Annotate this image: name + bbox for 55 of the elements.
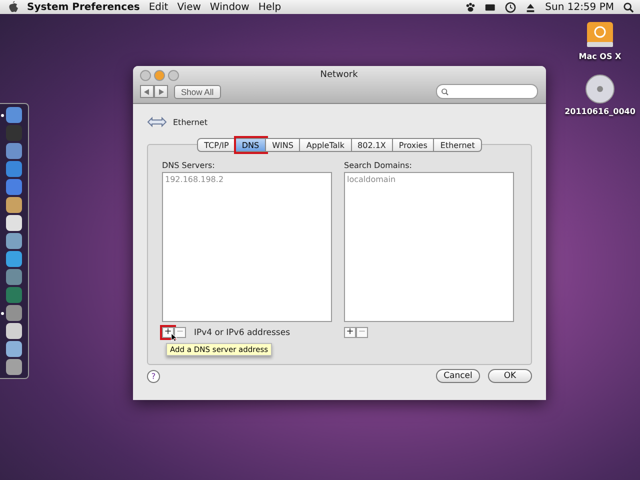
dock-app-icon[interactable] (6, 143, 22, 159)
back-button[interactable] (140, 85, 154, 98)
dock-app-icon[interactable] (6, 233, 22, 249)
search-field[interactable] (436, 84, 538, 99)
ethernet-arrows-icon (147, 116, 167, 128)
disc-icon[interactable] (584, 73, 616, 105)
tab[interactable]: 802.1X (352, 138, 393, 152)
add-button[interactable]: + (344, 327, 356, 338)
eject-icon[interactable] (525, 2, 536, 12)
search-domains-list[interactable]: localdomain (344, 172, 514, 322)
tab[interactable]: TCP/IP (197, 138, 236, 152)
mouse-pointer-icon (171, 333, 177, 342)
menu-item[interactable]: Edit (148, 2, 168, 12)
service-name: Ethernet (173, 118, 208, 126)
add-button[interactable]: + (162, 327, 174, 338)
dock-app-icon[interactable] (6, 359, 22, 375)
menu-item[interactable]: Window (210, 2, 250, 12)
address-hint: IPv4 or IPv6 addresses (194, 328, 290, 338)
search-icon[interactable] (623, 2, 634, 12)
help-button[interactable]: ? (147, 370, 160, 382)
dialog-button[interactable]: Cancel (436, 369, 480, 383)
dns-servers-list[interactable]: 192.168.198.2 (162, 172, 332, 322)
clock-icon[interactable] (505, 2, 516, 12)
dock-app-icon[interactable] (6, 251, 22, 267)
desktop-icon-label[interactable]: 20110616_0040 (564, 107, 636, 116)
battery-icon[interactable] (485, 2, 496, 12)
search-domains-label: Search Domains: (344, 161, 413, 170)
dock-app-icon[interactable] (6, 215, 22, 231)
dock-app-icon[interactable] (6, 341, 22, 357)
forward-arrow-icon (158, 88, 164, 94)
list-entry[interactable]: localdomain (347, 175, 511, 184)
search-icon (441, 88, 449, 96)
tab[interactable]: WINS (266, 138, 300, 152)
show-all-button[interactable]: Show All (174, 84, 221, 98)
app-menu[interactable]: System Preferences (27, 2, 140, 12)
dock-app-icon[interactable] (6, 107, 22, 123)
desktop-icon-label[interactable]: Mac OS X (578, 52, 622, 61)
tab[interactable]: DNS (236, 138, 266, 152)
paw-icon[interactable] (465, 2, 476, 12)
apple-icon[interactable] (8, 1, 18, 13)
menu-item[interactable]: View (177, 2, 201, 12)
dns-servers-label: DNS Servers: (162, 161, 216, 170)
tab[interactable]: Proxies (392, 138, 434, 152)
menu-item[interactable]: Help (258, 2, 282, 12)
back-arrow-icon (144, 88, 150, 94)
tab[interactable]: AppleTalk (300, 138, 352, 152)
dock-app-icon[interactable] (6, 305, 22, 321)
menu-clock[interactable]: Sun 12:59 PM (545, 2, 614, 12)
window-title: Network (320, 70, 358, 80)
dock-app-icon[interactable] (6, 323, 22, 339)
forward-button[interactable] (154, 85, 168, 98)
dock-app-icon[interactable] (6, 197, 22, 213)
dialog-button[interactable]: OK (488, 369, 532, 383)
tab[interactable]: Ethernet (434, 138, 482, 152)
list-entry[interactable]: 192.168.198.2 (165, 175, 329, 184)
